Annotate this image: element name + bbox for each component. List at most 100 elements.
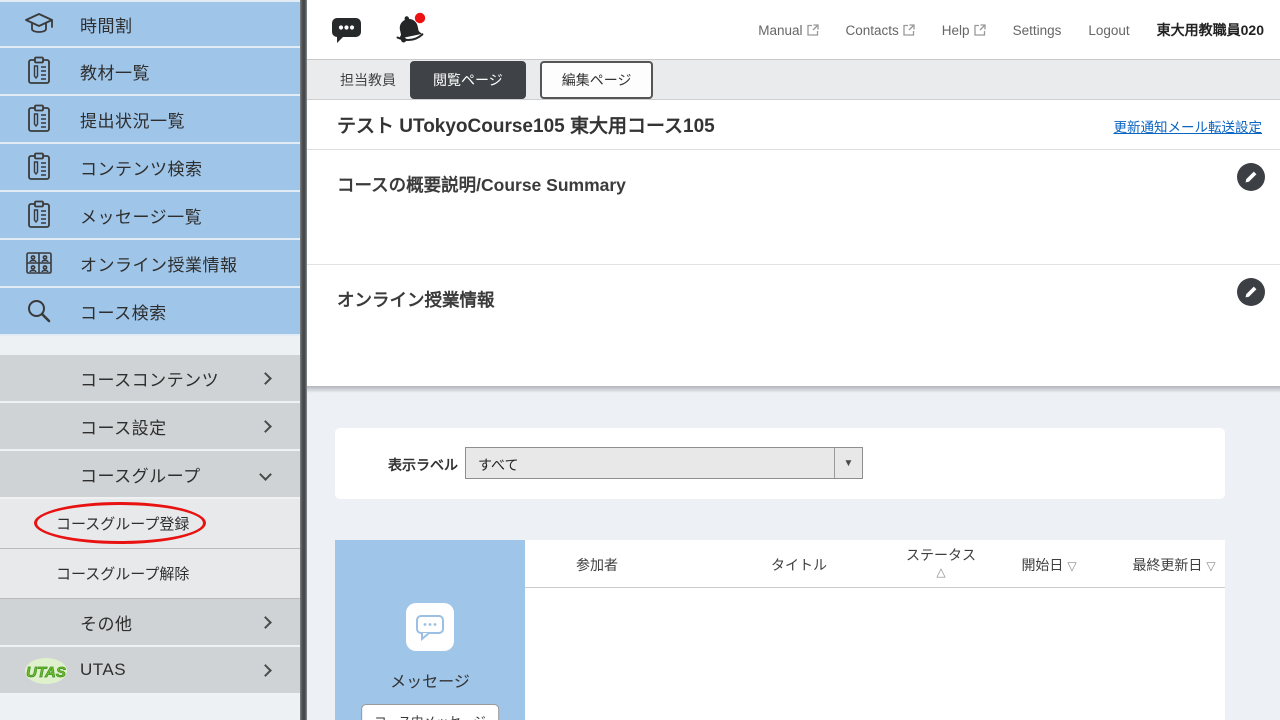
messages-icon[interactable] <box>331 15 362 49</box>
sidebar-item-label: その他 <box>80 610 133 635</box>
message-bubble-icon <box>406 603 454 651</box>
column-header-title[interactable]: タイトル <box>771 555 827 575</box>
sidebar-subitem-group-remove[interactable]: コースグループ解除 <box>0 549 300 599</box>
column-label: タイトル <box>771 557 827 573</box>
role-label: 担当教員 <box>340 70 396 90</box>
sidebar-item-label: コンテンツ検索 <box>80 155 203 180</box>
sidebar-item-materials[interactable]: 教材一覧 <box>0 48 300 96</box>
sidebar-subitem-group-register[interactable]: コースグループ登録 <box>0 499 300 549</box>
header-divider <box>525 587 1225 588</box>
current-user-name: 東大用教職員020 <box>1157 20 1264 40</box>
sort-desc-icon: ▽ <box>1067 559 1076 573</box>
clipboard-icon <box>22 150 56 184</box>
column-header-start-date[interactable]: 開始日 ▽ <box>1021 555 1076 575</box>
meeting-grid-icon <box>22 246 56 280</box>
clipboard-icon <box>22 54 56 88</box>
sidebar-item-label: 教材一覧 <box>80 59 150 84</box>
sidebar-item-submissions[interactable]: 提出状況一覧 <box>0 96 300 144</box>
sidebar-item-timetable[interactable]: 時間割 <box>0 0 300 48</box>
course-title-row: テスト UTokyoCourse105 東大用コース105 更新通知メール転送設… <box>307 100 1280 150</box>
sidebar-item-label: コースグループ <box>80 462 201 487</box>
tab-view-page[interactable]: 閲覧ページ <box>410 61 526 99</box>
sidebar-item-course-settings[interactable]: コース設定 <box>0 403 300 451</box>
sort-desc-icon: ▽ <box>1206 559 1215 573</box>
sidebar-item-message-list[interactable]: メッセージ一覧 <box>0 192 300 240</box>
notifications-bell-icon[interactable] <box>392 12 428 51</box>
page-title: テスト UTokyoCourse105 東大用コース105 <box>337 111 715 138</box>
column-label: 最終更新日 <box>1132 557 1202 573</box>
chevron-right-icon <box>259 420 272 433</box>
settings-link[interactable]: Settings <box>1013 23 1062 38</box>
settings-link-label: Settings <box>1013 23 1062 38</box>
course-summary-heading: コースの概要説明/Course Summary <box>337 172 626 197</box>
message-category-label: メッセージ <box>335 668 525 692</box>
sidebar: 時間割 教材一覧 提出状況一 <box>0 0 300 720</box>
search-icon <box>22 294 56 328</box>
logout-link-label: Logout <box>1088 23 1129 38</box>
chevron-right-icon <box>259 372 272 385</box>
sidebar-subitem-label: コースグループ登録 <box>56 513 189 534</box>
sidebar-item-label: コース設定 <box>80 414 167 439</box>
utas-logo-icon: UTAS <box>24 656 68 691</box>
column-header-participants[interactable]: 参加者 <box>576 555 618 575</box>
sidebar-item-label: オンライン授業情報 <box>80 251 238 276</box>
label-filter-selected-value: すべて <box>478 455 518 475</box>
column-header-status[interactable]: ステータス △ <box>906 547 976 580</box>
contacts-link-label: Contacts <box>846 23 899 38</box>
column-label: ステータス <box>906 547 976 563</box>
sidebar-item-label: メッセージ一覧 <box>80 203 202 228</box>
course-message-button[interactable]: コース内メッセージ <box>361 704 499 720</box>
tab-edit-page[interactable]: 編集ページ <box>540 61 654 99</box>
manual-link[interactable]: Manual <box>758 23 818 38</box>
topbar-links: Manual Contacts Help <box>758 0 1264 60</box>
online-class-section: オンライン授業情報 <box>307 265 1280 386</box>
clipboard-icon <box>22 102 56 136</box>
tab-bar: 担当教員 閲覧ページ 編集ページ <box>307 60 1280 100</box>
sidebar-item-utas[interactable]: UTAS UTAS <box>0 647 300 695</box>
edit-summary-button[interactable] <box>1237 163 1265 191</box>
top-bar: Manual Contacts Help <box>307 0 1280 60</box>
contacts-link[interactable]: Contacts <box>846 23 915 38</box>
lms-page: 時間割 教材一覧 提出状況一 <box>0 0 1280 720</box>
sidebar-item-others[interactable]: その他 <box>0 599 300 647</box>
sidebar-item-label: コース検索 <box>80 299 167 324</box>
online-class-heading: オンライン授業情報 <box>337 287 495 312</box>
display-label-caption: 表示ラベル <box>388 455 458 475</box>
sidebar-subitem-label: コースグループ解除 <box>56 563 189 584</box>
sidebar-item-label: コースコンテンツ <box>80 366 219 391</box>
sidebar-item-content-search[interactable]: コンテンツ検索 <box>0 144 300 192</box>
sidebar-item-label: UTAS <box>80 660 126 680</box>
message-category-cell: メッセージ コース内メッセージ <box>335 540 525 720</box>
edit-online-class-button[interactable] <box>1237 278 1265 306</box>
sidebar-item-course-group[interactable]: コースグループ <box>0 451 300 499</box>
mail-forward-settings-link[interactable]: 更新通知メール転送設定 <box>1114 116 1263 136</box>
column-label: 開始日 <box>1021 557 1063 573</box>
column-label: 参加者 <box>576 557 618 573</box>
sidebar-divider <box>300 0 307 720</box>
main-content: Manual Contacts Help <box>307 0 1280 720</box>
logout-link[interactable]: Logout <box>1088 23 1129 38</box>
course-card: テスト UTokyoCourse105 東大用コース105 更新通知メール転送設… <box>307 100 1280 386</box>
message-board-card: 参加者 タイトル ステータス △ 開始日 ▽ 最終更新日 ▽ <box>335 540 1225 720</box>
pencil-icon <box>1244 285 1258 299</box>
help-link-label: Help <box>942 23 970 38</box>
sidebar-spacer <box>0 336 300 355</box>
external-link-icon <box>903 24 915 36</box>
manual-link-label: Manual <box>758 23 802 38</box>
chevron-right-icon <box>259 664 272 677</box>
sidebar-item-online-class[interactable]: オンライン授業情報 <box>0 240 300 288</box>
sidebar-item-label: 提出状況一覧 <box>80 107 185 132</box>
label-filter-card: 表示ラベル すべて ▼ <box>335 428 1225 499</box>
label-filter-select[interactable]: すべて ▼ <box>465 447 863 479</box>
column-header-last-updated[interactable]: 最終更新日 ▽ <box>1132 555 1215 575</box>
help-link[interactable]: Help <box>942 23 986 38</box>
mortarboard-icon <box>22 7 56 41</box>
chevron-right-icon <box>259 616 272 629</box>
sidebar-item-course-contents[interactable]: コースコンテンツ <box>0 355 300 403</box>
svg-text:UTAS: UTAS <box>26 664 66 681</box>
sidebar-item-label: 時間割 <box>80 12 133 37</box>
course-summary-section: コースの概要説明/Course Summary <box>307 150 1280 265</box>
external-link-icon <box>974 24 986 36</box>
chevron-down-icon <box>259 468 272 481</box>
sidebar-item-course-search[interactable]: コース検索 <box>0 288 300 336</box>
